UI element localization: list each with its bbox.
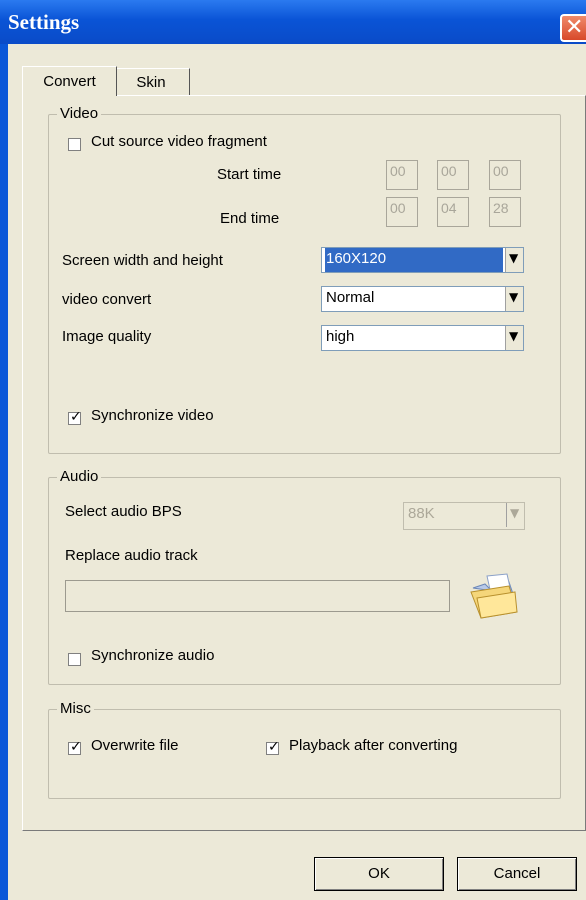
video-convert-select[interactable]: Normal ▼: [321, 286, 524, 312]
open-folder-icon[interactable]: [469, 572, 521, 620]
settings-window: Settings ✕ Skin Convert Video Cut source…: [0, 0, 586, 900]
checkmark-icon: ✓: [70, 739, 82, 755]
start-time-seconds[interactable]: 00: [489, 160, 521, 190]
playback-label: Playback after converting: [289, 737, 458, 754]
sync-video-checkbox[interactable]: ✓: [68, 409, 82, 425]
tab-convert[interactable]: Convert: [22, 66, 117, 96]
cut-fragment-checkbox[interactable]: [68, 138, 81, 151]
checkmark-icon: ✓: [268, 739, 280, 755]
bps-select[interactable]: 88K ▼: [403, 502, 525, 530]
overwrite-label: Overwrite file: [91, 737, 179, 754]
window-title: Settings: [8, 10, 80, 34]
tab-skin-label: Skin: [136, 74, 166, 91]
screen-size-label: Screen width and height: [62, 252, 223, 269]
screen-size-select[interactable]: 160X120 ▼: [321, 247, 524, 273]
dialog-client: Skin Convert Video Cut source video frag…: [8, 44, 586, 900]
close-icon: ✕: [565, 15, 584, 40]
chevron-down-icon[interactable]: ▼: [505, 326, 523, 350]
chevron-down-icon[interactable]: ▼: [505, 287, 523, 311]
cancel-button[interactable]: Cancel: [457, 857, 577, 891]
overwrite-checkbox[interactable]: ✓: [68, 739, 82, 755]
screen-size-value: 160X120: [325, 248, 503, 272]
end-time-minutes[interactable]: 04: [437, 197, 469, 227]
tab-convert-label: Convert: [43, 73, 96, 90]
start-time-label: Start time: [217, 166, 282, 183]
end-time-seconds[interactable]: 28: [489, 197, 521, 227]
end-time-label: End time: [220, 210, 280, 227]
end-time-hours[interactable]: 00: [386, 197, 418, 227]
misc-group: Misc ✓ Overwrite file ✓ Playback after c…: [48, 700, 561, 799]
image-quality-label: Image quality: [62, 328, 152, 345]
image-quality-select[interactable]: high ▼: [321, 325, 524, 351]
audio-group: Audio Select audio BPS 88K ▼ Replace aud…: [48, 468, 561, 685]
sync-audio-label: Synchronize audio: [91, 647, 215, 664]
video-group: Video Cut source video fragment Start ti…: [48, 105, 561, 454]
start-time-minutes[interactable]: 00: [437, 160, 469, 190]
misc-group-label: Misc: [57, 700, 94, 717]
video-group-label: Video: [57, 105, 102, 122]
audio-group-label: Audio: [57, 468, 102, 485]
close-button[interactable]: ✕: [560, 14, 586, 42]
cut-fragment-label: Cut source video fragment: [91, 133, 267, 150]
title-bar[interactable]: Settings ✕: [0, 0, 586, 44]
sync-audio-checkbox[interactable]: [68, 653, 81, 666]
tab-panel-convert: Video Cut source video fragment Start ti…: [22, 95, 586, 831]
sync-video-label: Synchronize video: [91, 407, 214, 424]
checkmark-icon: ✓: [70, 409, 82, 425]
video-convert-label: video convert: [62, 291, 152, 308]
chevron-down-icon[interactable]: ▼: [506, 503, 524, 527]
bps-label: Select audio BPS: [65, 503, 182, 520]
chevron-down-icon[interactable]: ▼: [505, 248, 523, 272]
bps-value: 88K: [408, 505, 435, 522]
ok-button[interactable]: OK: [314, 857, 444, 891]
replace-track-label: Replace audio track: [65, 547, 198, 564]
playback-checkbox[interactable]: ✓: [266, 739, 280, 755]
audio-track-path-field[interactable]: [65, 580, 450, 612]
image-quality-value: high: [326, 328, 355, 345]
start-time-hours[interactable]: 00: [386, 160, 418, 190]
tab-skin[interactable]: Skin: [112, 68, 190, 96]
video-convert-value: Normal: [326, 289, 375, 306]
